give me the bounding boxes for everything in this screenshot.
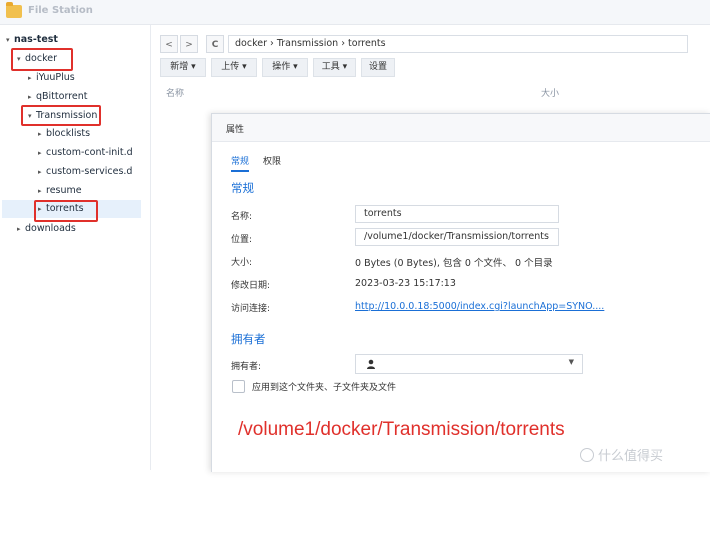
tools-button[interactable]: 工具 ▾ bbox=[313, 58, 356, 77]
tree-item-label: resume bbox=[46, 185, 82, 196]
action-button[interactable]: 操作 ▾ bbox=[262, 58, 308, 77]
user-icon bbox=[367, 359, 375, 369]
tree-item-transmission[interactable]: ▾ Transmission bbox=[28, 107, 97, 125]
chevron-right-icon: ▸ bbox=[38, 168, 42, 176]
chevron-right-icon: ▸ bbox=[28, 74, 32, 82]
folder-icon bbox=[6, 2, 22, 18]
forward-button[interactable]: > bbox=[180, 35, 198, 53]
path-breadcrumb[interactable]: docker › Transmission › torrents bbox=[228, 35, 688, 53]
tree-item-label: nas-test bbox=[14, 34, 58, 45]
name-field[interactable]: torrents bbox=[355, 205, 559, 223]
apply-recursive-checkbox[interactable] bbox=[232, 380, 245, 393]
chevron-right-icon: ▸ bbox=[38, 130, 42, 138]
watermark-text: 什么值得买 bbox=[598, 449, 664, 464]
watermark: 什么值得买 bbox=[580, 445, 663, 464]
location-field[interactable]: /volume1/docker/Transmission/torrents bbox=[355, 228, 559, 246]
tree-item-custom-cont-init[interactable]: ▸ custom-cont-init.d bbox=[38, 144, 133, 162]
back-button[interactable]: < bbox=[160, 35, 178, 53]
section-owner-title: 拥有者 bbox=[231, 332, 266, 346]
dialog-title-bar: 属性 bbox=[212, 114, 710, 142]
watermark-icon bbox=[580, 448, 594, 462]
tree-item-nas-test[interactable]: ▾ nas-test bbox=[6, 31, 58, 49]
modified-date-label: 修改日期: bbox=[231, 281, 271, 291]
tree-item-blocklists[interactable]: ▸ blocklists bbox=[38, 125, 90, 143]
chevron-right-icon: ▸ bbox=[38, 149, 42, 157]
settings-button[interactable]: 设置 bbox=[361, 58, 395, 77]
chevron-down-icon: ▾ bbox=[28, 112, 32, 120]
refresh-button[interactable]: C bbox=[206, 35, 224, 53]
tree-item-label: iYuuPlus bbox=[36, 72, 75, 83]
tree-item-docker[interactable]: ▾ docker bbox=[17, 50, 57, 68]
tree-item-label: qBittorrent bbox=[36, 91, 88, 102]
folder-tree: ▾ nas-test ▾ docker ▸ iYuuPlus ▸ qBittorrent… bbox=[0, 25, 151, 470]
size-value: 0 Bytes (0 Bytes), 包含 0 个文件、 0 个目录 bbox=[355, 258, 553, 269]
modified-date-value: 2023-03-23 15:17:13 bbox=[355, 278, 456, 289]
tree-item-label: custom-cont-init.d bbox=[46, 147, 133, 158]
access-link[interactable]: http://10.0.0.18:5000/index.cgi?launchAp… bbox=[355, 301, 604, 312]
dialog-title: 属性 bbox=[226, 125, 245, 135]
upload-button[interactable]: 上传 ▾ bbox=[211, 58, 257, 77]
chevron-down-icon: ▼ bbox=[568, 358, 574, 366]
tree-item-custom-services[interactable]: ▸ custom-services.d bbox=[38, 163, 132, 181]
tree-item-downloads[interactable]: ▸ downloads bbox=[17, 220, 76, 238]
size-label: 大小: bbox=[231, 258, 253, 268]
apply-recursive-label: 应用到这个文件夹、子文件夹及文件 bbox=[252, 383, 397, 393]
app-title: File Station bbox=[28, 5, 93, 16]
tree-item-qbittorrent[interactable]: ▸ qBittorrent bbox=[28, 88, 87, 106]
column-header-name[interactable]: 名称 bbox=[166, 86, 184, 99]
file-station-window: File Station ▾ nas-test ▾ docker ▸ iYuuPlus… bbox=[0, 0, 710, 538]
tab-permissions[interactable]: 权限 bbox=[263, 154, 281, 170]
chevron-right-icon: ▸ bbox=[38, 205, 42, 213]
owner-label: 拥有者: bbox=[231, 362, 262, 372]
tree-item-label: blocklists bbox=[46, 128, 91, 139]
chevron-down-icon: ▾ bbox=[6, 36, 10, 44]
tree-item-resume[interactable]: ▸ resume bbox=[38, 182, 82, 200]
create-button[interactable]: 新增 ▾ bbox=[160, 58, 206, 77]
location-label: 位置: bbox=[231, 235, 253, 245]
properties-dialog: 属性 常规 权限 常规 名称: torrents 位置: /volume1/do… bbox=[211, 113, 710, 472]
tab-general[interactable]: 常规 bbox=[231, 154, 250, 172]
section-general-title: 常规 bbox=[231, 181, 254, 195]
tree-item-label: Transmission bbox=[36, 110, 98, 121]
access-link-label: 访问连接: bbox=[231, 304, 271, 314]
owner-select[interactable]: ▼ bbox=[355, 354, 583, 374]
tree-item-iyuuplus[interactable]: ▸ iYuuPlus bbox=[28, 69, 75, 87]
chevron-right-icon: ▸ bbox=[38, 187, 42, 195]
tree-item-label: docker bbox=[25, 53, 57, 64]
tree-item-label: torrents bbox=[46, 203, 84, 214]
tree-item-label: custom-services.d bbox=[46, 166, 133, 177]
name-label: 名称: bbox=[231, 212, 253, 222]
chevron-down-icon: ▾ bbox=[17, 55, 21, 63]
title-bar: File Station bbox=[0, 0, 710, 25]
chevron-right-icon: ▸ bbox=[17, 225, 21, 233]
column-header-size[interactable]: 大小 bbox=[541, 86, 559, 99]
tree-item-label: downloads bbox=[25, 223, 76, 234]
chevron-right-icon: ▸ bbox=[28, 93, 32, 101]
path-annotation: /volume1/docker/Transmission/torrents bbox=[238, 419, 565, 440]
tree-item-torrents[interactable]: ▸ torrents bbox=[2, 200, 141, 218]
